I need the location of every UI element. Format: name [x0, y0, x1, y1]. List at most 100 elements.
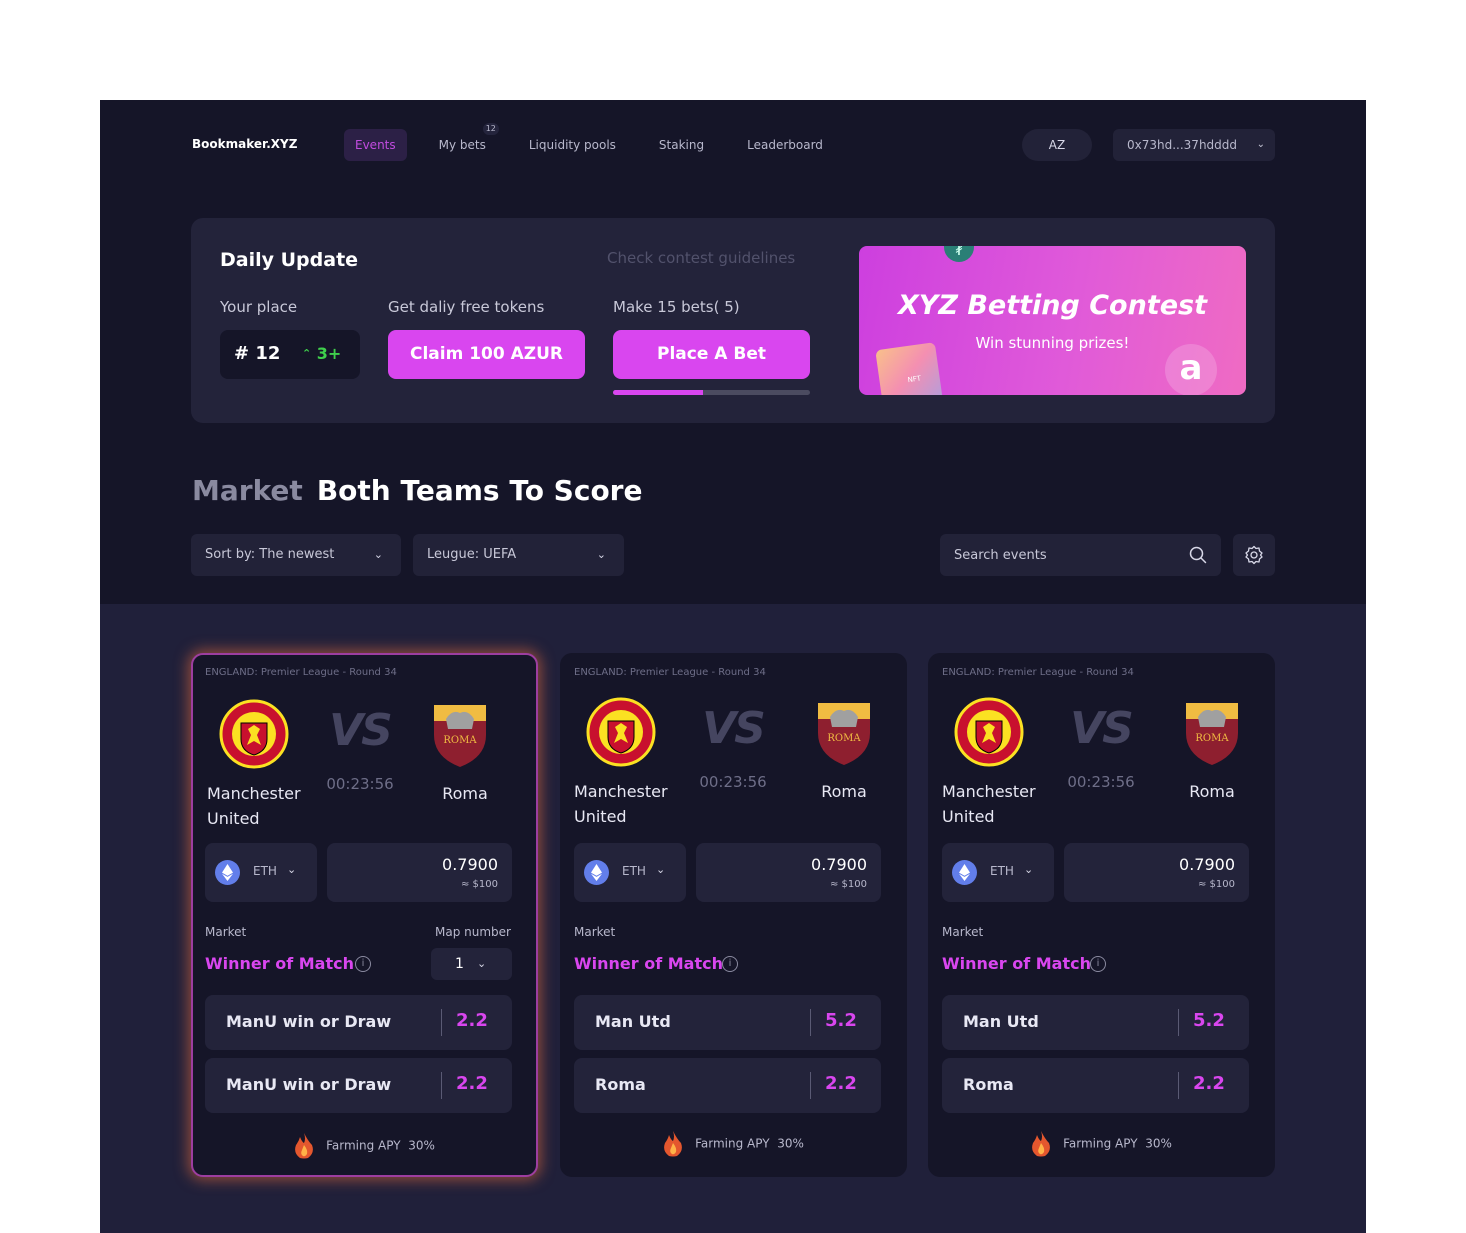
manchester-united-crest-icon [954, 697, 1024, 767]
market-heading: Market Both Teams To Score [192, 474, 642, 507]
odds-button[interactable]: ManU win or Draw 2.2 [205, 1058, 512, 1113]
chevron-down-icon: ⌄ [1256, 139, 1265, 150]
manchester-united-crest-icon [219, 699, 289, 769]
away-team-name: Roma [1189, 782, 1235, 801]
bets-goal-label: Make 15 bets( 5) [613, 298, 740, 316]
contest-guidelines-link[interactable]: Check contest guidelines [607, 249, 795, 267]
match-timer: 00:23:56 [1067, 773, 1135, 791]
sort-dropdown-value: Sort by: The newest [205, 547, 335, 562]
currency-select[interactable]: ETH ⌄ [942, 843, 1054, 902]
ethereum-icon [215, 860, 240, 885]
contest-banner[interactable]: ₮ NFT XYZ Betting Contest Win stunning p… [859, 246, 1246, 395]
your-place-label: Your place [220, 298, 298, 316]
odds-divider [441, 1072, 442, 1099]
farming-apy-value: 30% [1145, 1136, 1172, 1151]
chevron-down-icon: ⌄ [477, 957, 487, 970]
info-icon[interactable]: i [1090, 956, 1106, 972]
tether-token-icon: ₮ [944, 246, 974, 262]
chevron-down-icon: ⌄ [373, 548, 383, 561]
odds-button[interactable]: ManU win or Draw 2.2 [205, 995, 512, 1050]
odds-button[interactable]: Roma 2.2 [574, 1058, 881, 1113]
away-team-name: Roma [821, 782, 867, 801]
gear-icon [1245, 545, 1263, 565]
currency-name: ETH [990, 864, 1014, 878]
sort-dropdown[interactable]: Sort by: The newest ⌄ [191, 534, 401, 576]
market-heading-label: Market [192, 474, 303, 507]
bet-amount-usd: ≈ $100 [829, 879, 867, 890]
bet-amount-input[interactable]: 0.7900 ≈ $100 [327, 843, 512, 902]
nav-my-bets[interactable]: My bets 12 [428, 123, 499, 161]
roma-crest-text: ROMA [443, 735, 477, 746]
bet-amount-input[interactable]: 0.7900 ≈ $100 [1064, 843, 1249, 902]
search-input[interactable] [954, 534, 1174, 576]
farming-apy: Farming APY 30% [560, 1131, 907, 1157]
search-icon[interactable] [1189, 546, 1207, 564]
currency-select[interactable]: ETH ⌄ [205, 843, 317, 902]
settings-button[interactable] [1233, 534, 1275, 576]
farming-apy-value: 30% [777, 1136, 804, 1151]
odds-divider [1178, 1072, 1179, 1099]
chevron-up-icon: ⌃ [302, 347, 312, 360]
versus-label: VS [702, 703, 766, 754]
place-bet-button[interactable]: Place A Bet [613, 330, 810, 379]
odds-label: ManU win or Draw [226, 1012, 392, 1031]
roma-crest-text: ROMA [827, 733, 861, 744]
map-number-label: Map number [435, 925, 511, 939]
ethereum-icon [952, 860, 977, 885]
info-icon[interactable]: i [722, 956, 738, 972]
bet-amount: 0.7900 [811, 855, 867, 874]
contest-title: XYZ Betting Contest [897, 290, 1208, 321]
league-dropdown-value: Leugue: UEFA [427, 547, 517, 562]
language-button[interactable]: AZ [1022, 129, 1092, 161]
daily-update-panel: Daily Update Check contest guidelines Yo… [191, 218, 1275, 423]
market-value: Winner of Match [574, 954, 723, 973]
wallet-button[interactable]: 0x73hd...37hdddd ⌄ [1113, 129, 1275, 161]
odds-divider [810, 1072, 811, 1099]
league-dropdown[interactable]: Leugue: UEFA ⌄ [413, 534, 624, 576]
market-label: Market [205, 925, 247, 939]
home-team-name: Manchester United [207, 784, 301, 828]
claim-tokens-button[interactable]: Claim 100 AZUR [388, 330, 585, 379]
bet-amount-input[interactable]: 0.7900 ≈ $100 [696, 843, 881, 902]
map-number-select[interactable]: 1 ⌄ [431, 948, 512, 980]
search-box [940, 534, 1221, 576]
odds-label: Man Utd [963, 1012, 1039, 1031]
app-logo[interactable]: Bookmaker.XYZ [192, 137, 297, 151]
wallet-address: 0x73hd...37hdddd [1127, 138, 1238, 152]
farming-apy: Farming APY 30% [928, 1131, 1275, 1157]
away-team-name: Roma [442, 784, 488, 803]
chevron-down-icon: ⌄ [656, 863, 666, 876]
match-timer: 00:23:56 [699, 773, 767, 791]
azur-token-icon: a [1165, 344, 1217, 395]
odds-label: Roma [595, 1075, 646, 1094]
farming-apy: Farming APY 30% [193, 1133, 536, 1159]
nav-leaderboard[interactable]: Leaderboard [736, 129, 834, 161]
bet-amount-usd: ≈ $100 [1197, 879, 1235, 890]
match-league: ENGLAND: Premier League - Round 34 [574, 667, 766, 678]
currency-select[interactable]: ETH ⌄ [574, 843, 686, 902]
flame-icon [295, 1133, 314, 1159]
nav-staking[interactable]: Staking [648, 129, 715, 161]
farming-apy-label: Farming APY [695, 1136, 770, 1151]
odds-value: 5.2 [1193, 1010, 1225, 1031]
odds-label: ManU win or Draw [226, 1075, 392, 1094]
match-card[interactable]: ENGLAND: Premier League - Round 34 VS 00… [928, 653, 1275, 1177]
info-icon[interactable]: i [355, 956, 371, 972]
free-tokens-label: Get daliy free tokens [388, 298, 545, 316]
nav-my-bets-label: My bets [438, 138, 486, 152]
match-card[interactable]: ENGLAND: Premier League - Round 34 VS 00… [560, 653, 907, 1177]
market-label: Market [574, 925, 616, 939]
home-team-name: Manchester United [942, 782, 1036, 826]
odds-divider [810, 1009, 811, 1036]
odds-button[interactable]: Man Utd 5.2 [942, 995, 1249, 1050]
nav-events[interactable]: Events [344, 129, 407, 161]
odds-button[interactable]: Roma 2.2 [942, 1058, 1249, 1113]
nav-liquidity-pools[interactable]: Liquidity pools [518, 129, 627, 161]
farming-apy-label: Farming APY [1063, 1136, 1138, 1151]
odds-label: Man Utd [595, 1012, 671, 1031]
ethereum-icon [584, 860, 609, 885]
odds-label: Roma [963, 1075, 1014, 1094]
match-card[interactable]: ENGLAND: Premier League - Round 34 VS 00… [191, 653, 538, 1177]
odds-button[interactable]: Man Utd 5.2 [574, 995, 881, 1050]
bet-amount: 0.7900 [1179, 855, 1235, 874]
